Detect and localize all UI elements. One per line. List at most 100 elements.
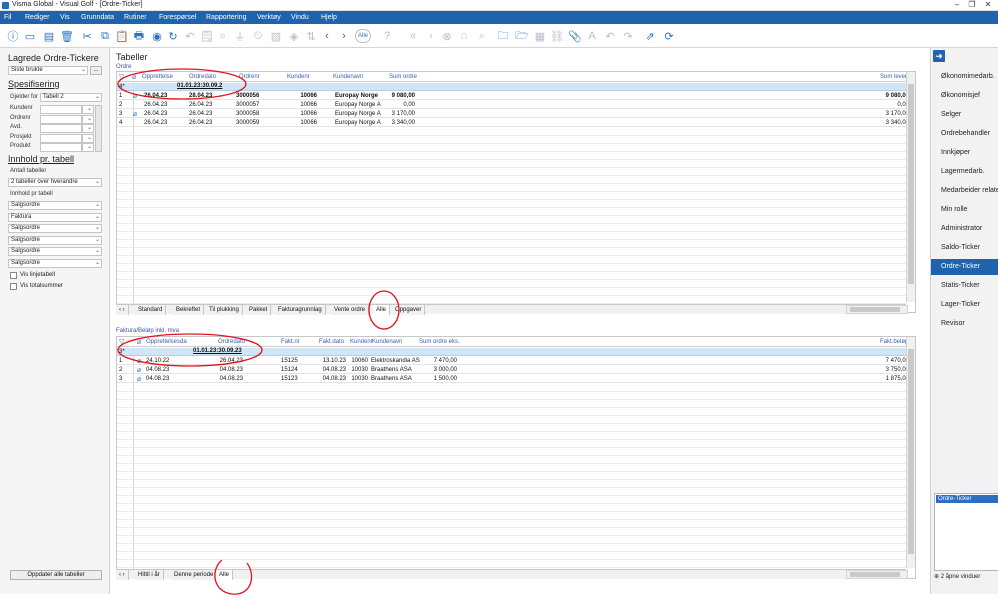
grid1-col-header[interactable]: Sum levert [880, 74, 909, 80]
attachment-header-icon[interactable]: ⌀ [132, 73, 136, 81]
field-input-4[interactable] [40, 143, 82, 152]
grid1-date-filter[interactable]: 01.01.23:30.09.2 [177, 83, 222, 89]
field-dropdown-4[interactable]: ⌄ [82, 143, 94, 152]
grid1-tab[interactable]: Oppgaver [392, 305, 426, 315]
grid1-vscroll[interactable] [906, 72, 915, 302]
grid2-tab[interactable]: Denne periode [171, 570, 218, 580]
role-item[interactable]: Administrator [931, 221, 998, 237]
field-dropdown-1[interactable]: ⌄ [82, 114, 94, 124]
grid1-tab[interactable]: Vente ordre [331, 305, 370, 315]
preview-icon[interactable]: ◉ [150, 29, 164, 43]
grid2-tab[interactable]: Hittil i år [135, 570, 164, 580]
notes-icon[interactable]: 🗒 [200, 29, 214, 43]
role-item[interactable]: Økonomimedarb. [931, 69, 998, 85]
help-icon[interactable]: ? [380, 29, 394, 43]
field-input-2[interactable] [40, 124, 82, 133]
next-icon[interactable]: › [337, 29, 351, 43]
filter-icon[interactable]: ▽ [119, 338, 124, 346]
menu-rapportering[interactable]: Rapportering [206, 14, 246, 21]
minimize-button[interactable]: – [950, 0, 964, 9]
info-icon[interactable]: ⓘ [6, 29, 20, 43]
grid2-date-filter[interactable]: 01.01.23:30.09.23 [193, 348, 242, 354]
per-table-select-0[interactable]: Salgsordre ⌄ [8, 201, 102, 210]
grid2-col-header[interactable]: Opprettelsesda [146, 339, 187, 345]
grid1-tab[interactable]: Fakturagrunnlag [275, 305, 326, 315]
first-icon[interactable]: « [406, 29, 420, 43]
window-list[interactable]: Ordre-Ticker [934, 493, 998, 571]
text-icon[interactable]: A [585, 29, 599, 43]
per-table-select-1[interactable]: Faktura ⌄ [8, 212, 102, 222]
table-row[interactable]: 2 ⌀ 04.08.23 04.08.23 15124 04.08.23 10030 Braa… [117, 366, 909, 374]
attachment-icon[interactable]: ⌀ [137, 375, 141, 383]
menu-verktoy[interactable]: Verktøy [257, 14, 281, 21]
grid2-hscroll-thumb[interactable] [850, 572, 900, 577]
prev-icon[interactable]: ‹ [320, 29, 334, 43]
table-row[interactable]: 4 26.04.23 26.04.23 3000059 10066 Europay Nor… [117, 119, 909, 127]
orders-grid[interactable]: ⌀ ▽ Opprettelse Ordredato Ordrenr Kundenr Kund… [116, 71, 916, 313]
window-list-item[interactable]: Ordre-Ticker [936, 495, 998, 503]
menu-vis[interactable]: Vis [60, 14, 70, 21]
grid1-tab[interactable]: Til plukking [206, 305, 243, 315]
grid1-filter-row[interactable]: 4* 01.01.23:30.09.2 [117, 83, 907, 91]
attach-icon[interactable]: 📎 [568, 29, 582, 43]
field-input-0[interactable] [40, 105, 82, 114]
grid1-col-header[interactable]: Ordredato [189, 74, 216, 80]
menu-rutiner[interactable]: Rutiner [124, 14, 147, 21]
saved-tickers-more-button[interactable]: ... [90, 66, 102, 75]
filter-icon[interactable]: ▽ [119, 73, 124, 81]
filter-icon[interactable]: ⏚ [233, 29, 247, 43]
saved-tickers-select[interactable]: Siste brukte ⌄ [8, 66, 88, 75]
grid1-tab-nav[interactable]: ‹ › [116, 305, 129, 315]
count-select[interactable]: 2 tabeller over hverandre ⌄ [8, 178, 102, 187]
grid2-col-header[interactable]: Fakt.dato [319, 339, 344, 345]
table-row[interactable]: 1 ⌀ 24.10.22 26.04.23 15125 13.10.23 10060 Elek… [117, 357, 909, 365]
grid2-col-header[interactable]: Ordredato [218, 339, 245, 345]
grid2-hscroll[interactable] [846, 570, 908, 579]
grid2-col-header[interactable]: Sum ordre eks. [419, 339, 460, 345]
applies-select[interactable]: Tabell 2 ⌄ [40, 93, 102, 102]
invoices-grid[interactable]: ⌀ ▽ Opprettelsesda Ordredato Fakt.nr Fakt.dat… [116, 336, 916, 579]
folder-icon[interactable]: 🗀 [496, 29, 510, 43]
menu-hjelp[interactable]: Hjelp [321, 14, 337, 21]
find-icon[interactable]: ⌕ [475, 29, 489, 43]
per-table-select-2[interactable]: Salgsordre ⌄ [8, 224, 102, 233]
grid2-tab-nav[interactable]: ‹ › [116, 570, 129, 580]
export-icon[interactable]: ⇗ [643, 29, 657, 43]
search-icon[interactable]: ⌕ [216, 29, 230, 43]
sort-icon[interactable]: ⇅ [304, 29, 318, 43]
role-item[interactable]: Saldo-Ticker [931, 240, 998, 256]
close-button[interactable]: ✕ [981, 0, 995, 9]
grid2-filter-row[interactable]: 3* 01.01.23:30.09.23 [117, 348, 907, 356]
grid2-tab[interactable]: Alle [216, 570, 234, 580]
grid1-tab[interactable]: Bekreftet [173, 305, 205, 315]
calc-icon[interactable]: ▦ [533, 29, 547, 43]
refresh-icon[interactable]: ↻ [166, 29, 180, 43]
role-item[interactable]: Medarbeider relate [931, 183, 998, 199]
table-row[interactable]: 3 ⌀ 26.04.23 26.04.23 3000058 10066 Europay No… [117, 110, 909, 118]
home-icon[interactable]: ⌂ [457, 29, 471, 43]
grid2-col-header[interactable]: Fakt.beløp [880, 339, 908, 345]
grid1-tab[interactable]: Standard [135, 305, 167, 315]
grid1-col-header[interactable]: Kundenavn [333, 74, 363, 80]
attachment-icon[interactable]: ⌀ [133, 92, 137, 100]
grid1-col-header[interactable]: Opprettelse [142, 74, 173, 80]
expand-arrow-icon[interactable]: ➜ [933, 50, 945, 62]
field-dropdown-0[interactable]: ⌄ [82, 105, 94, 114]
field-dropdown-2[interactable]: ⌄ [82, 124, 94, 133]
refresh2-icon[interactable]: ⟳ [662, 29, 676, 43]
role-item[interactable]: Lagermedarb. [931, 164, 998, 180]
paste-icon[interactable]: 📋 [115, 29, 129, 43]
new-row-icon[interactable]: ▤ [42, 29, 56, 43]
delete-icon[interactable]: 🗑 [60, 29, 74, 43]
attachment-icon[interactable]: ⌀ [133, 110, 137, 118]
per-table-select-3[interactable]: Salgsordre ⌄ [8, 235, 102, 245]
fields-scrollbar[interactable] [95, 105, 102, 152]
grid2-col-header[interactable]: Kundenr [350, 339, 373, 345]
field-input-1[interactable] [40, 114, 82, 124]
restore-button[interactable]: ❐ [965, 0, 979, 9]
role-item[interactable]: Min rolle [931, 202, 998, 218]
menu-grunndata[interactable]: Grunndata [81, 14, 114, 21]
role-item[interactable]: Ordre-Ticker [931, 259, 998, 275]
per-table-select-4[interactable]: Salgsordre ⌄ [8, 247, 102, 256]
menu-vindu[interactable]: Vindu [291, 14, 309, 21]
